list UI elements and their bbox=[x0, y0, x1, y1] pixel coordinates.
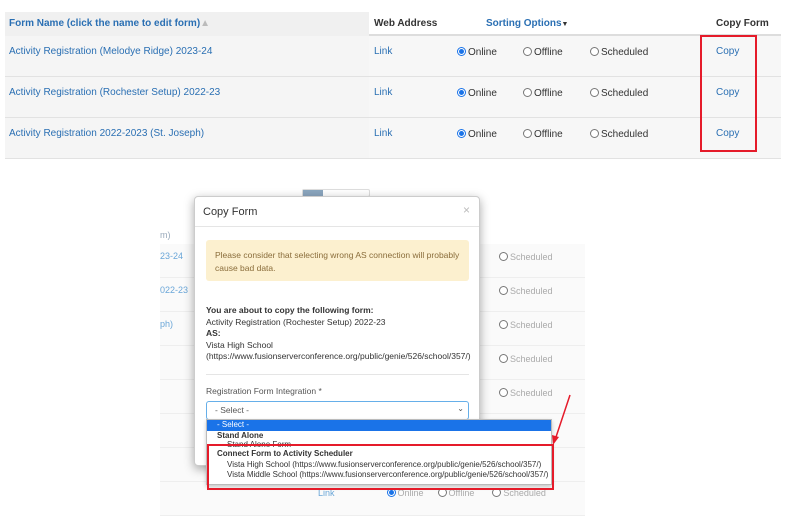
bg-header-fragment: m) bbox=[160, 230, 171, 240]
web-address-link[interactable]: Link bbox=[374, 87, 392, 98]
as-url: (https://www.fusionserverconference.org/… bbox=[206, 351, 471, 361]
modal-title: Copy Form bbox=[203, 206, 258, 218]
copy-form-name: Activity Registration (Rochester Setup) … bbox=[206, 316, 386, 327]
bg-row-3: ph) bbox=[160, 319, 174, 329]
bg-scheduled: Scheduled bbox=[499, 354, 553, 364]
group-stand-alone: Stand Alone bbox=[217, 430, 264, 440]
web-address-link[interactable]: Link bbox=[374, 46, 392, 57]
warning-alert: Please consider that selecting wrong AS … bbox=[206, 240, 469, 281]
radio-offline[interactable]: Offline bbox=[523, 129, 563, 140]
caret-down-icon: ▼ bbox=[561, 21, 569, 28]
form-name-header-label: Form Name (click the name to edit form) bbox=[9, 18, 201, 29]
form-name-link[interactable]: Activity Registration (Melodye Ridge) 20… bbox=[9, 46, 212, 57]
web-address-header: Web Address bbox=[374, 18, 438, 29]
as-label: AS: bbox=[206, 328, 221, 338]
copy-form-header: Copy Form bbox=[716, 18, 769, 29]
close-icon[interactable]: × bbox=[463, 203, 470, 217]
red-arrow-icon bbox=[552, 394, 571, 445]
radio-online[interactable]: Online bbox=[457, 47, 497, 58]
integration-label: Registration Form Integration * bbox=[206, 386, 322, 396]
as-value: Vista High School bbox=[206, 339, 273, 350]
table-row: Activity Registration (Melodye Ridge) 20… bbox=[5, 36, 781, 77]
table-header: Form Name (click the name to edit form)▲… bbox=[5, 12, 781, 36]
radio-scheduled[interactable]: Scheduled bbox=[590, 88, 648, 99]
radio-offline[interactable]: Offline bbox=[523, 47, 563, 58]
form-name-link[interactable]: Activity Registration 2022-2023 (St. Jos… bbox=[9, 128, 204, 139]
option-select[interactable]: - Select - bbox=[207, 420, 551, 431]
table-row: Activity Registration (Rochester Setup) … bbox=[5, 77, 781, 118]
form-name-header[interactable]: Form Name (click the name to edit form)▲ bbox=[9, 18, 210, 29]
sort-up-icon: ▲ bbox=[200, 18, 211, 29]
radio-scheduled[interactable]: Scheduled bbox=[590, 47, 648, 58]
sorting-options-dropdown[interactable]: Sorting Options▼ bbox=[486, 18, 568, 29]
radio-online[interactable]: Online bbox=[457, 88, 497, 99]
sorting-label: Sorting Options bbox=[486, 18, 562, 29]
table-row: Activity Registration 2022-2023 (St. Jos… bbox=[5, 118, 781, 159]
bg-row-1: 23-24 bbox=[160, 251, 184, 261]
bg-row-2: 022-23 bbox=[160, 285, 189, 295]
form-name-link[interactable]: Activity Registration (Rochester Setup) … bbox=[9, 87, 220, 98]
bg-scheduled: Scheduled bbox=[499, 286, 553, 296]
forms-table: Form Name (click the name to edit form)▲… bbox=[5, 12, 781, 159]
radio-offline[interactable]: Offline bbox=[523, 88, 563, 99]
select-value: - Select - bbox=[215, 405, 250, 415]
radio-scheduled[interactable]: Scheduled bbox=[590, 129, 648, 140]
chevron-down-icon: ⌄ bbox=[457, 404, 464, 413]
radio-online[interactable]: Online bbox=[457, 129, 497, 140]
integration-select[interactable]: - Select - ⌄ bbox=[206, 401, 469, 420]
bg-scheduled: Scheduled bbox=[499, 252, 553, 262]
copy-intro: You are about to copy the following form… bbox=[206, 305, 374, 315]
web-address-link[interactable]: Link bbox=[374, 128, 392, 139]
copy-highlight-box bbox=[700, 35, 757, 152]
options-highlight-box bbox=[207, 444, 554, 490]
bg-scheduled: Scheduled bbox=[499, 320, 553, 330]
